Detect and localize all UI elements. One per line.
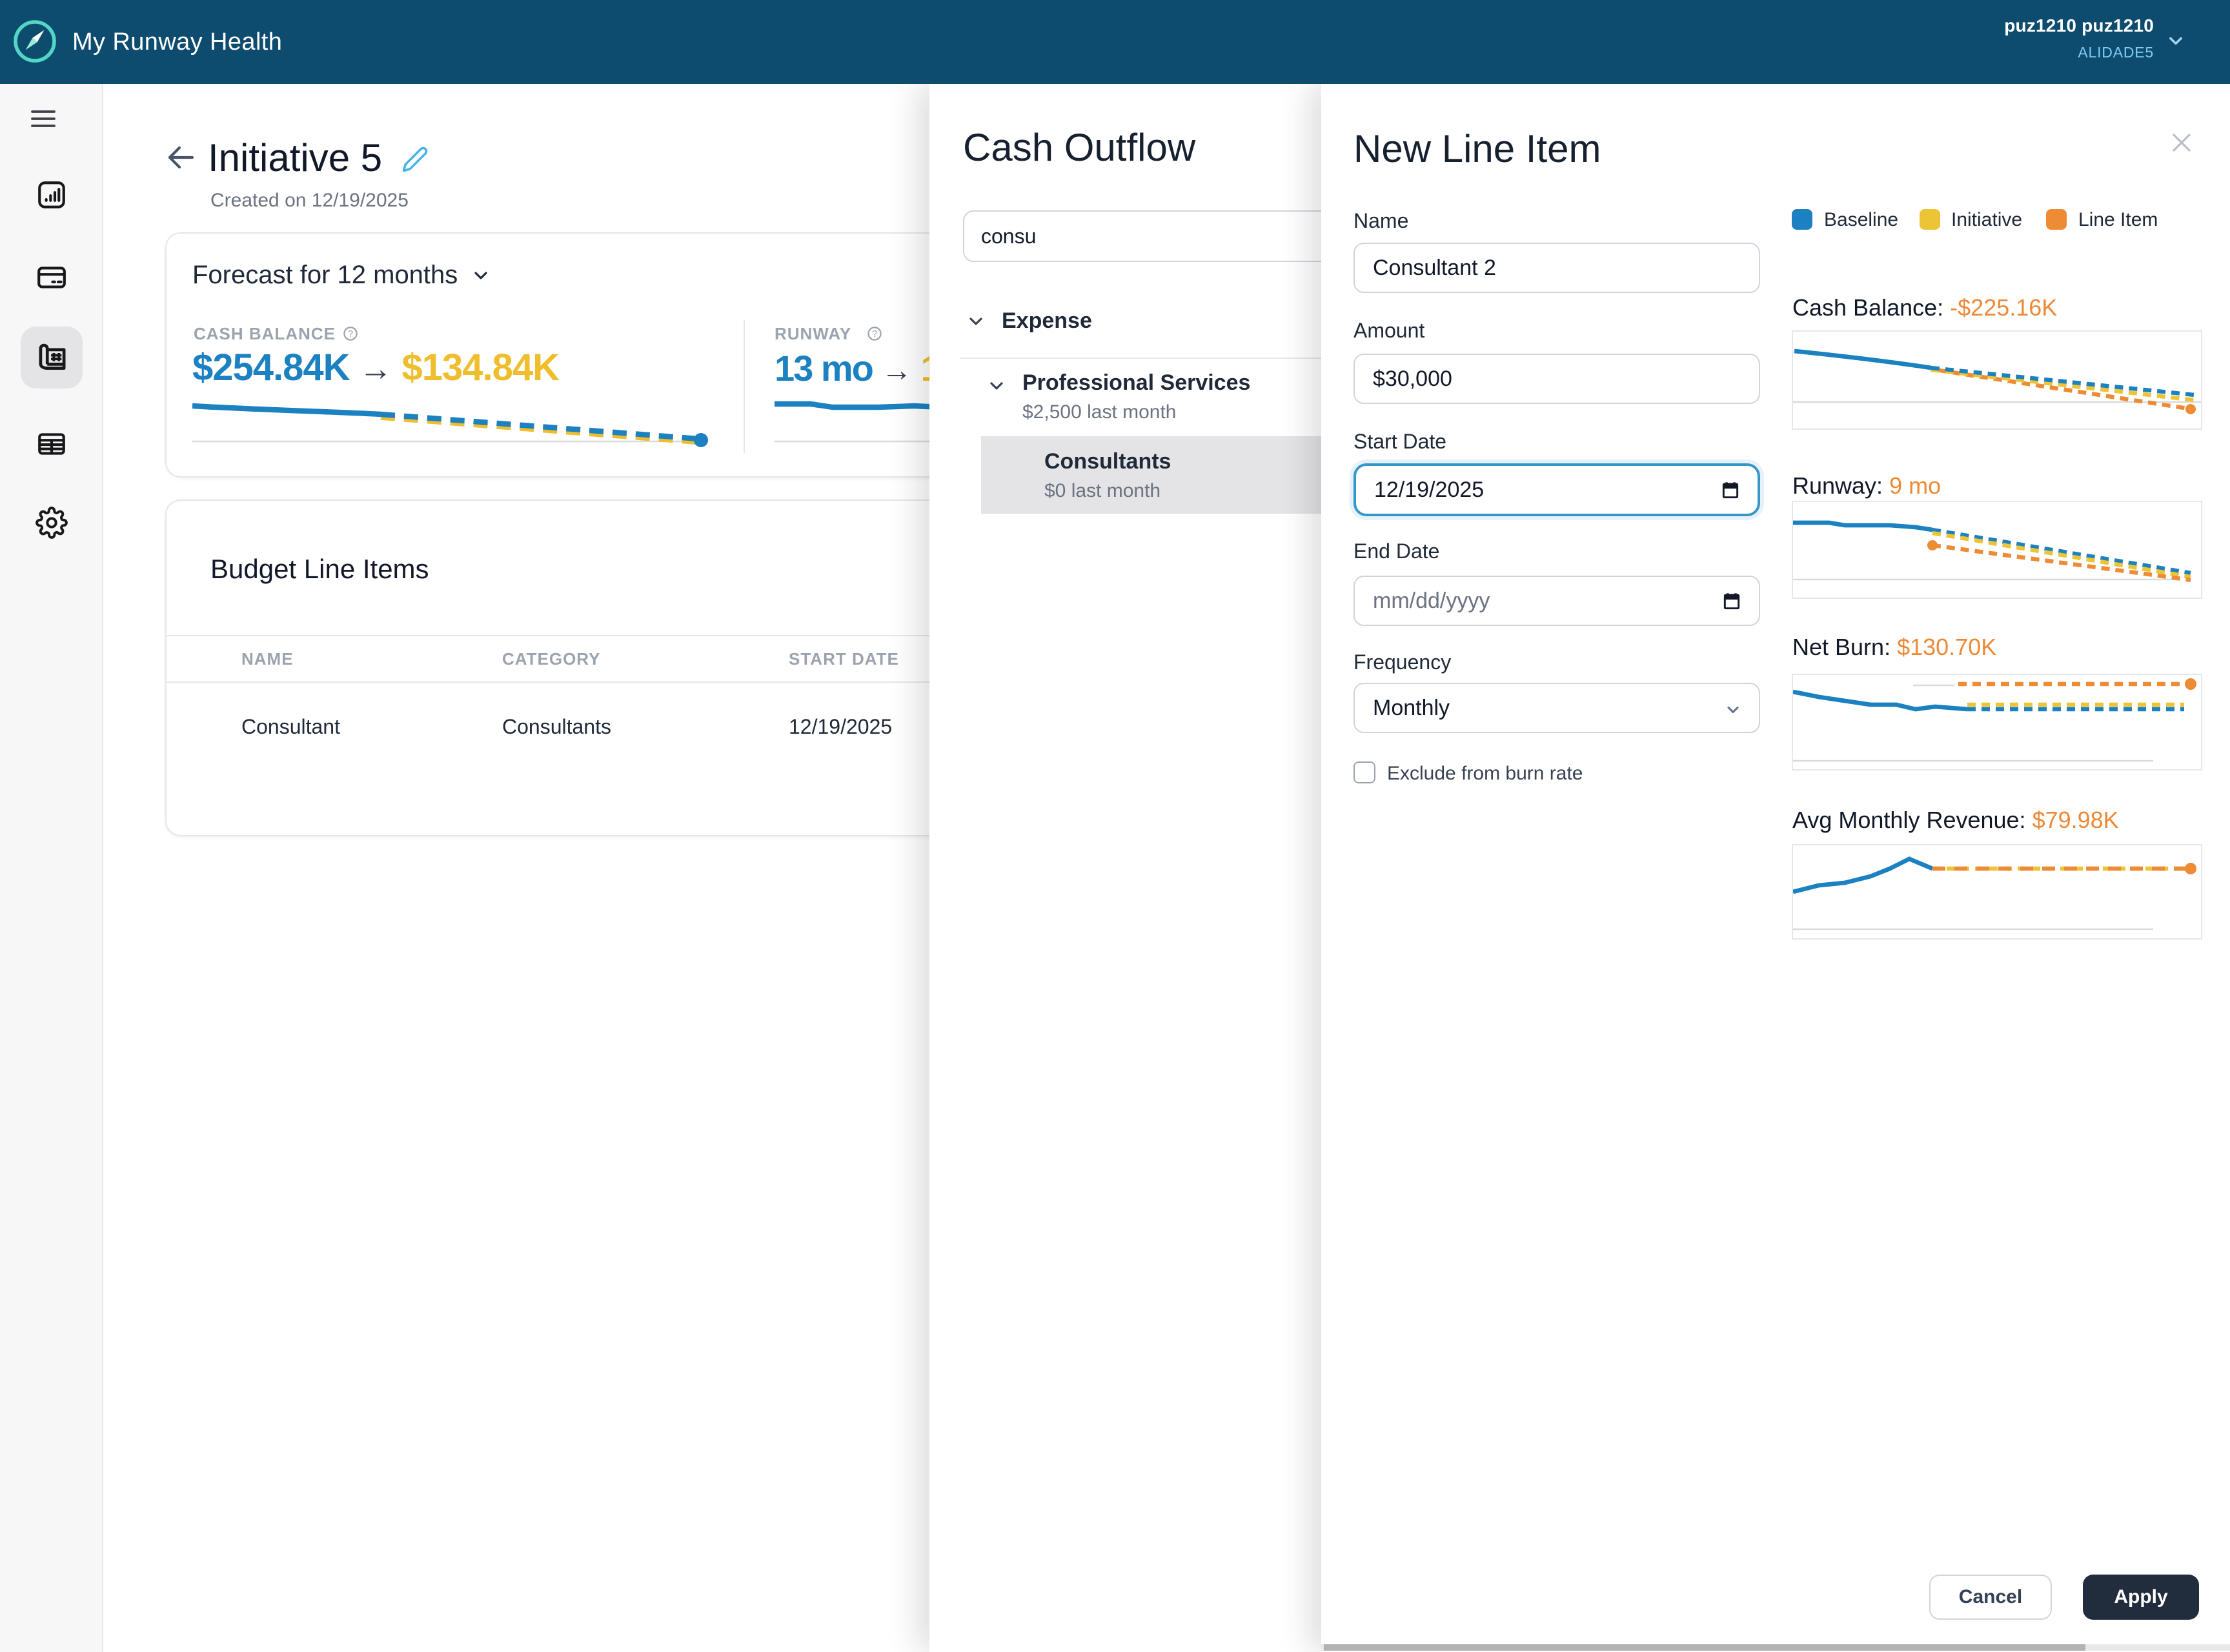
svg-text:?: ?	[348, 329, 353, 339]
svg-text:?: ?	[872, 329, 877, 339]
